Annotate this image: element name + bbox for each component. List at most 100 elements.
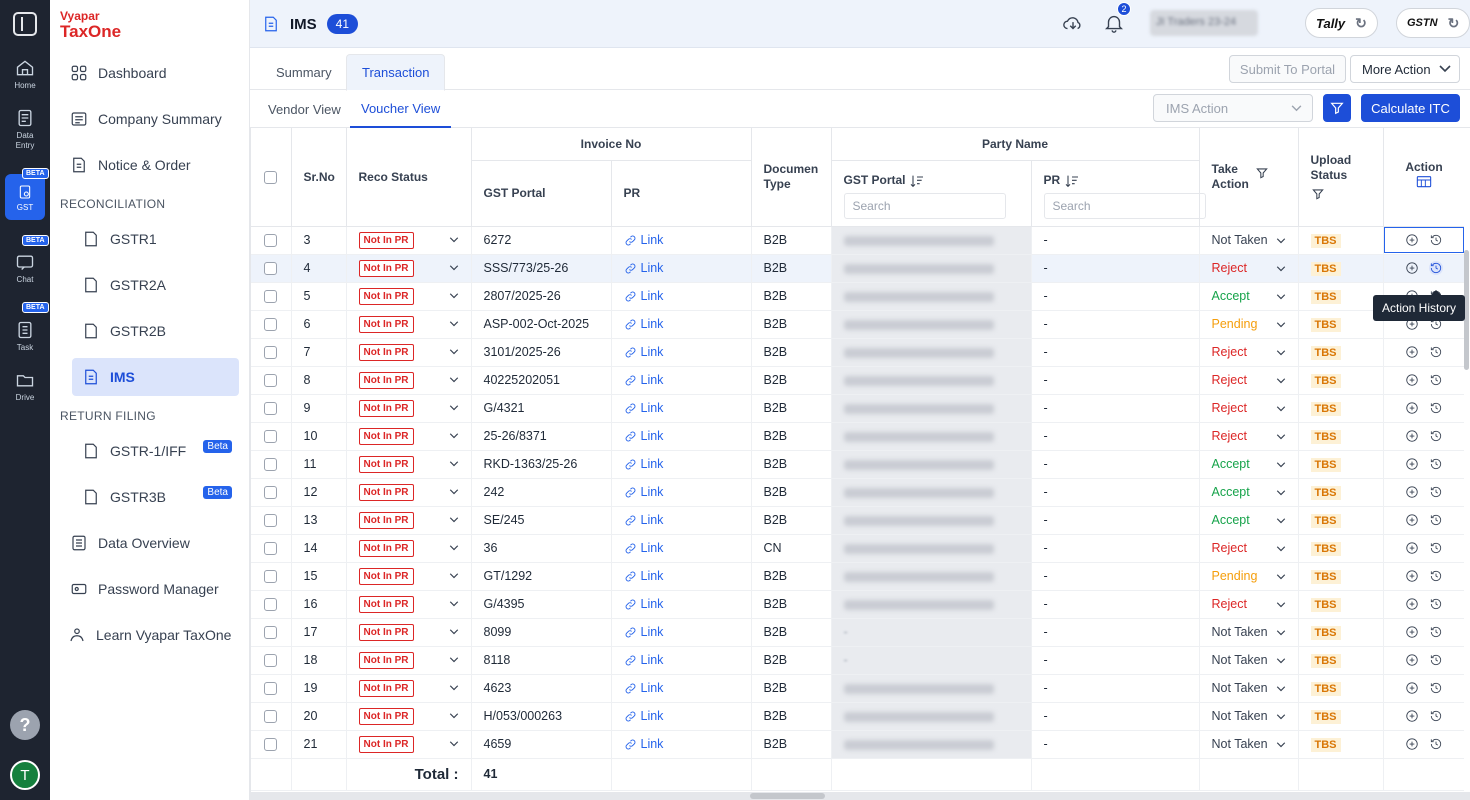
rail-gst[interactable]: GST bbox=[5, 174, 45, 220]
invoice-pr-link[interactable]: Link bbox=[611, 366, 752, 395]
invoice-pr-link[interactable]: Link bbox=[611, 646, 752, 675]
row-checkbox[interactable] bbox=[264, 570, 278, 584]
chevron-down-icon[interactable] bbox=[1276, 378, 1286, 384]
party-pr-search-input[interactable]: Search bbox=[1043, 193, 1206, 219]
history-icon[interactable] bbox=[1429, 625, 1443, 639]
history-icon[interactable] bbox=[1429, 513, 1443, 527]
chevron-down-icon[interactable] bbox=[449, 376, 459, 383]
row-checkbox[interactable] bbox=[264, 290, 278, 304]
reco-status[interactable]: Not In PR bbox=[346, 590, 472, 619]
sort-icon[interactable] bbox=[909, 173, 925, 189]
reco-status[interactable]: Not In PR bbox=[346, 394, 472, 423]
collapse-toggle[interactable] bbox=[0, 0, 50, 48]
chevron-down-icon[interactable] bbox=[449, 684, 459, 691]
row-checkbox[interactable] bbox=[264, 234, 278, 248]
download-button[interactable] bbox=[1062, 12, 1084, 34]
row-checkbox[interactable] bbox=[264, 738, 278, 752]
chevron-down-icon[interactable] bbox=[1276, 462, 1286, 468]
row-checkbox[interactable] bbox=[264, 682, 278, 696]
reco-status[interactable]: Not In PR bbox=[346, 562, 472, 591]
row-checkbox[interactable] bbox=[264, 346, 278, 360]
history-icon[interactable] bbox=[1429, 261, 1444, 276]
chevron-down-icon[interactable] bbox=[449, 600, 459, 607]
rail-data-entry[interactable]: Data Entry bbox=[0, 108, 50, 151]
table-row[interactable]: 15 Not In PR GT/1292 Link B2B - Pending TBS bbox=[251, 562, 1464, 591]
reco-status[interactable]: Not In PR bbox=[346, 534, 472, 563]
chevron-down-icon[interactable] bbox=[1276, 602, 1286, 608]
take-action-select[interactable]: Not Taken bbox=[1199, 702, 1299, 731]
history-icon[interactable] bbox=[1429, 737, 1443, 751]
avatar[interactable]: T bbox=[10, 760, 40, 790]
add-circle-icon[interactable] bbox=[1405, 653, 1419, 667]
invoice-pr-link[interactable]: Link bbox=[611, 450, 752, 479]
add-circle-icon[interactable] bbox=[1405, 401, 1419, 415]
sidebar-item-gstr1[interactable]: GSTR1 bbox=[82, 222, 238, 256]
sort-icon[interactable] bbox=[1064, 173, 1080, 189]
tab-transaction[interactable]: Transaction bbox=[346, 54, 446, 91]
reco-status[interactable]: Not In PR bbox=[346, 646, 472, 675]
invoice-pr-link[interactable]: Link bbox=[611, 506, 752, 535]
chevron-down-icon[interactable] bbox=[1276, 266, 1286, 272]
chevron-down-icon[interactable] bbox=[449, 712, 459, 719]
reco-status[interactable]: Not In PR bbox=[346, 422, 472, 451]
sidebar-item-ims[interactable]: IMS bbox=[72, 358, 239, 396]
row-checkbox[interactable] bbox=[264, 710, 278, 724]
chevron-down-icon[interactable] bbox=[449, 460, 459, 467]
rail-task[interactable]: Task bbox=[0, 320, 50, 353]
invoice-pr-link[interactable]: Link bbox=[611, 310, 752, 339]
chevron-down-icon[interactable] bbox=[1276, 406, 1286, 412]
add-circle-icon[interactable] bbox=[1405, 709, 1419, 723]
history-icon[interactable] bbox=[1429, 569, 1443, 583]
take-action-select[interactable]: Reject bbox=[1199, 422, 1299, 451]
rail-chat[interactable]: Chat bbox=[0, 252, 50, 285]
row-checkbox[interactable] bbox=[264, 430, 278, 444]
chevron-down-icon[interactable] bbox=[449, 236, 459, 243]
table-row[interactable]: 12 Not In PR 242 Link B2B - Accept TBS bbox=[251, 478, 1464, 507]
sidebar-item-gstr1-iff[interactable]: GSTR-1/IFF Beta bbox=[82, 434, 238, 468]
sidebar-item-notice-order[interactable]: Notice & Order bbox=[70, 148, 238, 182]
row-checkbox[interactable] bbox=[264, 626, 278, 640]
chevron-down-icon[interactable] bbox=[1276, 490, 1286, 496]
sidebar-item-data-overview[interactable]: Data Overview bbox=[70, 526, 238, 560]
take-action-select[interactable]: Reject bbox=[1199, 534, 1299, 563]
take-action-select[interactable]: Accept bbox=[1199, 478, 1299, 507]
take-action-select[interactable]: Reject bbox=[1199, 394, 1299, 423]
gstn-sync-button[interactable]: GSTN ↻ bbox=[1396, 8, 1470, 38]
chevron-down-icon[interactable] bbox=[1276, 574, 1286, 580]
sidebar-item-learn[interactable]: Learn Vyapar TaxOne bbox=[68, 618, 243, 652]
add-circle-icon[interactable] bbox=[1405, 625, 1419, 639]
rail-drive[interactable]: Drive bbox=[0, 370, 50, 403]
history-icon[interactable] bbox=[1429, 429, 1443, 443]
take-action-select[interactable]: Reject bbox=[1199, 254, 1299, 283]
add-circle-icon[interactable] bbox=[1405, 373, 1419, 387]
header-take-action[interactable]: Take Action bbox=[1199, 128, 1299, 227]
sidebar-item-company-summary[interactable]: Company Summary bbox=[70, 102, 238, 136]
add-circle-icon[interactable] bbox=[1405, 569, 1419, 583]
reco-status[interactable]: Not In PR bbox=[346, 282, 472, 311]
table-row[interactable]: 11 Not In PR RKD-1363/25-26 Link B2B - Accept T… bbox=[251, 450, 1464, 479]
chevron-down-icon[interactable] bbox=[449, 516, 459, 523]
chevron-down-icon[interactable] bbox=[1276, 434, 1286, 440]
chevron-down-icon[interactable] bbox=[1276, 630, 1286, 636]
invoice-pr-link[interactable]: Link bbox=[611, 394, 752, 423]
table-row[interactable]: 19 Not In PR 4623 Link B2B - Not Taken TBS bbox=[251, 674, 1464, 703]
table-row[interactable]: 13 Not In PR SE/245 Link B2B - Accept TBS bbox=[251, 506, 1464, 535]
invoice-pr-link[interactable]: Link bbox=[611, 226, 752, 255]
reco-status[interactable]: Not In PR bbox=[346, 618, 472, 647]
invoice-pr-link[interactable]: Link bbox=[611, 702, 752, 731]
table-row[interactable]: 20 Not In PR H/053/000263 Link B2B - Not Taken… bbox=[251, 702, 1464, 731]
invoice-pr-link[interactable]: Link bbox=[611, 282, 752, 311]
invoice-pr-link[interactable]: Link bbox=[611, 618, 752, 647]
table-row[interactable]: 16 Not In PR G/4395 Link B2B - Reject TBS bbox=[251, 590, 1464, 619]
notification-button[interactable]: 2 bbox=[1103, 2, 1131, 34]
table-row[interactable]: 8 Not In PR 40225202051 Link B2B - Reject TBS bbox=[251, 366, 1464, 395]
add-circle-icon[interactable] bbox=[1405, 429, 1419, 443]
history-icon[interactable] bbox=[1429, 345, 1443, 359]
header-upload-status[interactable]: Upload Status bbox=[1298, 128, 1384, 227]
table-row[interactable]: 9 Not In PR G/4321 Link B2B - Reject TBS bbox=[251, 394, 1464, 423]
invoice-pr-link[interactable]: Link bbox=[611, 478, 752, 507]
history-icon[interactable] bbox=[1429, 709, 1443, 723]
take-action-select[interactable]: Not Taken bbox=[1199, 226, 1299, 255]
invoice-pr-link[interactable]: Link bbox=[611, 338, 752, 367]
horizontal-scrollbar[interactable] bbox=[250, 792, 1470, 800]
